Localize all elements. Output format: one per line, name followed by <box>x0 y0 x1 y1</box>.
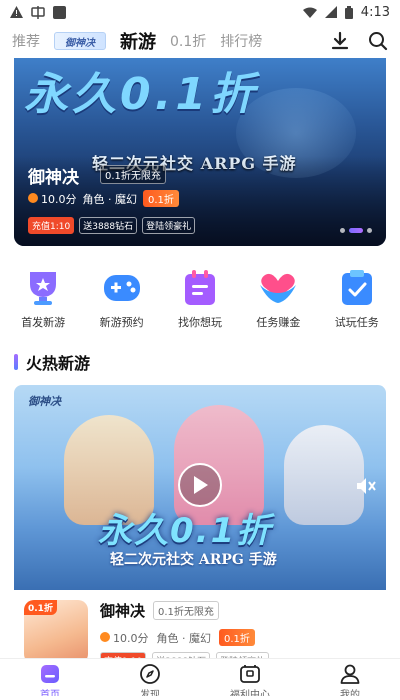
game-icon-ribbon: 0.1折 <box>24 600 57 615</box>
character-art <box>284 425 364 525</box>
video-card[interactable]: 御神决 永久0.1折 轻二次元社交 ARPG 手游 <box>14 385 386 590</box>
gift-box-icon <box>240 665 260 683</box>
featured-banner[interactable]: 永久0.1折 轻二次元社交 ARPG 手游 御神决 0.1折无限充 10.0分 … <box>14 58 386 246</box>
game-list-item[interactable]: 0.1折 御神决 0.1折无限充 10.0分 角色 · 魔幻 0.1折 充值1:… <box>14 590 386 669</box>
square-notification-icon <box>53 5 66 19</box>
app-notification-icon <box>31 5 45 19</box>
banner-game-name: 御神决 <box>28 168 79 188</box>
tab-game-logo[interactable]: 御神决 <box>54 32 106 50</box>
banner-game-tag: 0.1折无限充 <box>100 165 166 184</box>
bottom-nav-welfare[interactable]: 福利中心 <box>215 663 285 696</box>
status-bar: 4:13 <box>0 0 400 24</box>
clock: 4:13 <box>360 4 390 20</box>
quick-item-label: 任务赚金 <box>256 316 301 329</box>
quick-item-label: 新游预约 <box>99 316 144 329</box>
quick-item-task-earn[interactable]: 任务赚金 <box>242 268 314 330</box>
quick-item-label: 首发新游 <box>21 316 66 329</box>
carousel-dot[interactable] <box>367 228 372 233</box>
carousel-indicator <box>340 228 372 233</box>
gamepad-icon <box>102 268 142 308</box>
star-icon <box>100 631 110 642</box>
quick-item-reservation[interactable]: 新游预约 <box>86 268 158 330</box>
bottom-nav-label: 首页 <box>40 690 60 696</box>
section-accent-bar <box>14 354 18 370</box>
banner-badges: 充值1:10 送3888钻石 登陆领豪礼 <box>28 217 196 234</box>
bottom-nav: 首页 发现 福利中心 我的 <box>0 658 400 700</box>
mute-button[interactable] <box>356 477 376 499</box>
banner-meta: 10.0分 角色 · 魔幻 0.1折 <box>28 190 179 207</box>
quick-menu: 首发新游 新游预约 找你想玩 任务赚金 试玩任务 <box>0 268 400 330</box>
banner-badge-recharge: 充值1:10 <box>28 217 75 234</box>
user-icon <box>340 664 360 684</box>
checklist-icon <box>337 268 377 308</box>
warning-icon <box>10 6 23 18</box>
play-button[interactable] <box>178 463 222 507</box>
trophy-icon <box>23 268 63 308</box>
video-game-logo: 御神决 <box>28 395 61 408</box>
game-icon[interactable]: 0.1折 <box>24 600 88 664</box>
quick-item-label: 找你想玩 <box>177 316 222 329</box>
mute-icon <box>357 478 376 494</box>
bottom-nav-discover[interactable]: 发现 <box>115 663 185 696</box>
bottom-nav-home[interactable]: 首页 <box>15 663 85 696</box>
tab-discount[interactable]: 0.1折 <box>170 31 206 51</box>
heart-hands-icon <box>258 268 298 308</box>
game-score: 10.0分 <box>100 630 149 646</box>
banner-badge-diamonds: 送3888钻石 <box>79 217 138 234</box>
video-art-title: 永久0.1折 <box>98 511 273 551</box>
wifi-icon <box>302 7 317 18</box>
download-icon[interactable] <box>330 31 350 51</box>
game-name: 御神决 <box>100 602 146 620</box>
battery-icon <box>344 5 353 19</box>
home-icon <box>41 665 59 683</box>
search-icon[interactable] <box>368 31 388 51</box>
section-header: 火热新游 <box>14 350 90 374</box>
compass-icon <box>140 664 160 684</box>
banner-discount: 0.1折 <box>143 190 179 207</box>
banner-score: 10.0分 <box>28 191 77 207</box>
play-icon <box>194 476 208 494</box>
tab-new-games[interactable]: 新游 <box>120 28 156 54</box>
banner-badge-login-gift: 登陆领豪礼 <box>142 217 196 234</box>
tab-recommend[interactable]: 推荐 <box>12 31 40 51</box>
list-icon <box>180 268 220 308</box>
bottom-nav-label: 福利中心 <box>230 690 270 696</box>
game-genre: 角色 · 魔幻 <box>156 631 212 645</box>
banner-score-value: 10.0分 <box>41 192 77 206</box>
banner-art-title: 永久0.1折 <box>24 69 258 120</box>
quick-item-find-game[interactable]: 找你想玩 <box>164 268 236 330</box>
star-icon <box>28 192 38 203</box>
game-score-value: 10.0分 <box>113 631 149 645</box>
quick-item-trial-task[interactable]: 试玩任务 <box>321 268 393 330</box>
game-info: 御神决 0.1折无限充 10.0分 角色 · 魔幻 0.1折 充值1:10 送3… <box>100 600 270 669</box>
signal-icon <box>324 6 337 18</box>
top-nav: 推荐 御神决 新游 0.1折 排行榜 <box>0 24 400 58</box>
quick-item-first-release[interactable]: 首发新游 <box>7 268 79 330</box>
video-art-subtitle: 轻二次元社交 ARPG 手游 <box>110 552 277 568</box>
game-tag: 0.1折无限充 <box>153 601 219 620</box>
bottom-nav-label: 我的 <box>340 690 360 696</box>
game-discount: 0.1折 <box>219 629 255 646</box>
section-title: 火热新游 <box>26 354 91 373</box>
tab-ranking[interactable]: 排行榜 <box>220 31 262 51</box>
carousel-dot[interactable] <box>340 228 345 233</box>
bottom-nav-profile[interactable]: 我的 <box>315 663 385 696</box>
banner-genre: 角色 · 魔幻 <box>82 192 138 206</box>
carousel-dot-active[interactable] <box>349 228 363 233</box>
bottom-nav-label: 发现 <box>140 690 160 696</box>
quick-item-label: 试玩任务 <box>334 316 379 329</box>
